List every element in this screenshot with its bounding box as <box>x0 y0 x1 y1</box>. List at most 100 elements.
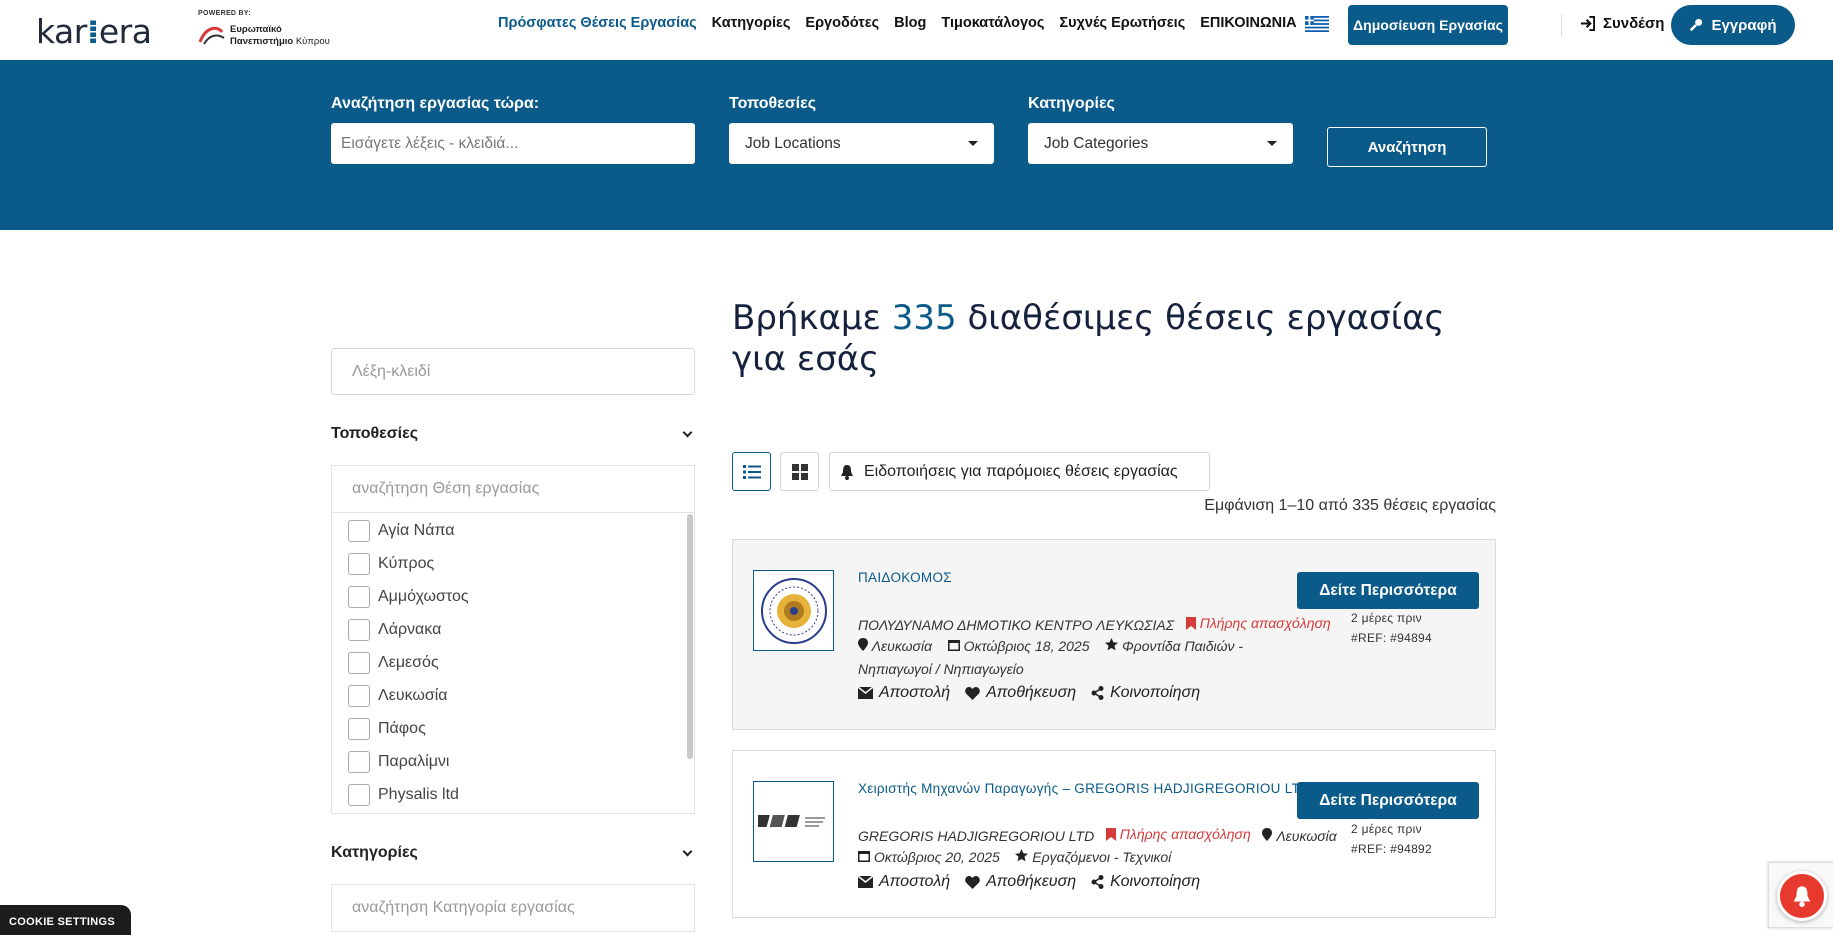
location-option-label: Κύπρος <box>378 554 435 572</box>
locations-label: Τοποθεσίες <box>729 95 817 112</box>
heart-icon <box>965 875 980 889</box>
university-name: Ευρωπαϊκό Πανεπιστήμιο Κύπρου <box>230 24 330 47</box>
location-option[interactable]: Physalis ltd <box>332 778 694 811</box>
star-icon <box>1105 638 1119 651</box>
send-action[interactable]: Αποστολή <box>858 873 950 891</box>
job-alerts-label: Ειδοποιήσεις για παρόμοιες θέσεις εργασί… <box>864 462 1178 480</box>
job-meta: GREGORIS HADJIGREGORIOU LTD Πλήρης απασχ… <box>858 823 1378 848</box>
nav-faq[interactable]: Συχνές Ερωτήσεις <box>1059 15 1185 35</box>
locations-filter-search[interactable]: αναζήτηση Θέση εργασίας <box>332 466 694 513</box>
location-option-label: Λευκωσία <box>378 686 448 704</box>
list-icon <box>742 464 761 479</box>
results-count: Εμφάνιση 1–10 από 335 θέσεις εργασίας <box>1204 497 1496 514</box>
job-date: Οκτώβριος 20, 2025 <box>873 849 1000 865</box>
job-alerts-button[interactable]: Ειδοποιήσεις για παρόμοιες θέσεις εργασί… <box>829 452 1210 491</box>
categories-filter-title: Κατηγορίες <box>331 844 418 861</box>
job-location: Λευκωσία <box>1276 828 1337 844</box>
job-posted-meta: 2 μέρες πριν #REF: #94892 <box>1351 819 1432 859</box>
categories-select[interactable]: Job Categories <box>1028 123 1293 164</box>
search-band: Αναζήτηση εργασίας τώρα: Εισάγετε λέξεις… <box>0 60 1833 230</box>
job-actions: Αποστολή Αποθήκευση Κοινοποίηση <box>858 684 1200 702</box>
share-action[interactable]: Κοινοποίηση <box>1091 873 1200 891</box>
headline-prefix: Βρήκαμε <box>732 298 881 338</box>
location-option[interactable]: Λεμεσός <box>332 646 694 679</box>
job-title-link[interactable]: ΠΑΙΔΟΚΟΜΟΣ <box>858 570 952 585</box>
categories-filter-search[interactable]: αναζήτηση Κατηγορία εργασίας <box>331 884 695 932</box>
list-view-button[interactable] <box>732 452 771 491</box>
location-option-label: Αγία Νάπα <box>378 521 455 539</box>
company-name: ΠΟΛΥΔΥΝΑΜΟ ΔΗΜΟΤΙΚΟ ΚΕΝΤΡΟ ΛΕΥΚΩΣΙΑΣ <box>858 617 1175 633</box>
keyword-search-input[interactable]: Εισάγετε λέξεις - κλειδιά... <box>331 123 695 164</box>
greek-flag-icon[interactable] <box>1305 16 1329 32</box>
location-option-label: Παραλίμνι <box>378 752 450 770</box>
share-action[interactable]: Κοινοποίηση <box>1091 684 1200 702</box>
checkbox[interactable] <box>348 519 370 542</box>
chevron-down-icon <box>682 427 693 437</box>
categories-label: Κατηγορίες <box>1028 95 1115 112</box>
dropdown-caret-icon <box>968 141 978 146</box>
checkbox[interactable] <box>348 585 370 608</box>
view-more-button[interactable]: Δείτε Περισσότερα <box>1297 782 1479 819</box>
job-ref: #REF: #94892 <box>1351 842 1432 856</box>
locations-filter-title: Τοποθεσίες <box>331 425 419 442</box>
locations-select-value: Job Locations <box>745 134 841 152</box>
map-marker-icon <box>1262 828 1273 841</box>
results-headline: Βρήκαμε 335 διαθέσιμες θέσεις εργασίας γ… <box>732 298 1492 380</box>
company-logo[interactable] <box>753 781 834 862</box>
locations-select[interactable]: Job Locations <box>729 123 994 164</box>
calendar-icon <box>858 849 870 862</box>
posted-ago: 2 μέρες πριν <box>1351 822 1422 836</box>
register-button[interactable]: Εγγραφή <box>1671 5 1795 45</box>
location-option[interactable]: Λευκωσία <box>332 679 694 712</box>
send-action[interactable]: Αποστολή <box>858 684 950 702</box>
location-option[interactable]: Αμμόχωστος <box>332 580 694 613</box>
keyword-search-label: Αναζήτηση εργασίας τώρα: <box>331 95 540 112</box>
job-location: Λευκωσία <box>871 638 933 654</box>
post-job-button[interactable]: Δημοσίευση Εργασίας <box>1348 5 1508 45</box>
checkbox[interactable] <box>348 618 370 641</box>
nav-contact[interactable]: ΕΠΙΚΟΙΝΩΝΙΑ <box>1200 15 1296 35</box>
locations-scrollbar[interactable] <box>687 514 693 759</box>
view-more-button[interactable]: Δείτε Περισσότερα <box>1297 572 1479 609</box>
save-action[interactable]: Αποθήκευση <box>965 873 1076 891</box>
job-ref: #REF: #94894 <box>1351 631 1432 645</box>
location-option[interactable]: Λάρνακα <box>332 613 694 646</box>
sidebar-keyword-input[interactable]: Λέξη-κλειδί <box>331 348 695 395</box>
job-card: ΠΑΙΔΟΚΟΜΟΣ ΠΟΛΥΔΥΝΑΜΟ ΔΗΜΟΤΙΚΟ ΚΕΝΤΡΟ ΛΕ… <box>732 539 1496 730</box>
nav-blog[interactable]: Blog <box>894 15 926 35</box>
company-logo[interactable] <box>753 570 834 651</box>
locations-filter-header[interactable]: Τοποθεσίες <box>331 425 695 443</box>
notification-bell-button[interactable] <box>1777 871 1827 921</box>
save-action[interactable]: Αποθήκευση <box>965 684 1076 702</box>
checkbox[interactable] <box>348 651 370 674</box>
location-option[interactable]: Αγία Νάπα <box>332 514 694 547</box>
nav-categories[interactable]: Κατηγορίες <box>712 15 791 35</box>
site-header: kar⁞era POWERED BY: Ευρωπαϊκό Πανεπιστήμ… <box>0 0 1833 60</box>
company-name: GREGORIS HADJIGREGORIOU LTD <box>858 828 1095 844</box>
location-option-label: Πάφος <box>378 719 426 737</box>
cookie-settings-button[interactable]: COOKIE SETTINGS <box>0 905 131 935</box>
job-title-link[interactable]: Χειριστής Μηχανών Παραγωγής – GREGORIS H… <box>858 781 1310 796</box>
header-divider <box>1561 14 1562 36</box>
nav-employers[interactable]: Εργοδότες <box>805 15 879 35</box>
search-button[interactable]: Αναζήτηση <box>1327 127 1487 167</box>
location-option[interactable]: Παραλίμνι <box>332 745 694 778</box>
location-option[interactable]: Πάφος <box>332 712 694 745</box>
checkbox[interactable] <box>348 717 370 740</box>
checkbox[interactable] <box>348 552 370 575</box>
checkbox[interactable] <box>348 684 370 707</box>
checkbox[interactable] <box>348 783 370 806</box>
nav-pricing[interactable]: Τιμοκατάλογος <box>941 15 1044 35</box>
categories-filter-header[interactable]: Κατηγορίες <box>331 844 695 862</box>
key-icon <box>1690 18 1703 32</box>
login-link[interactable]: Συνδέση <box>1580 15 1664 32</box>
karrera-logo[interactable]: kar⁞era POWERED BY: Ευρωπαϊκό Πανεπιστήμ… <box>36 8 336 51</box>
main-nav: Πρόσφατες Θέσεις Εργασίας Κατηγορίες Εργ… <box>498 15 1297 35</box>
job-meta: ΠΟΛΥΔΥΝΑΜΟ ΔΗΜΟΤΙΚΟ ΚΕΝΤΡΟ ΛΕΥΚΩΣΙΑΣ Πλή… <box>858 612 1331 637</box>
job-type: Πλήρης απασχόληση <box>1105 823 1251 846</box>
checkbox[interactable] <box>348 750 370 773</box>
location-option[interactable]: Κύπρος <box>332 547 694 580</box>
nav-recent-jobs[interactable]: Πρόσφατες Θέσεις Εργασίας <box>498 15 697 35</box>
grid-view-button[interactable] <box>780 452 819 491</box>
share-icon <box>1091 875 1104 889</box>
